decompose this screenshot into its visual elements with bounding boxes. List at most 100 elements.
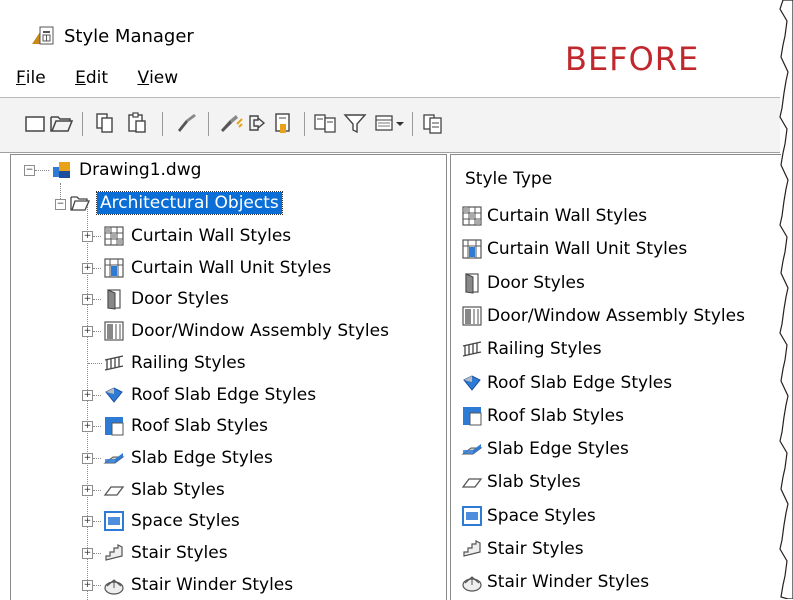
toolbar-separator — [82, 112, 83, 136]
roof-slab-icon — [103, 415, 125, 437]
new-icon[interactable] — [22, 110, 48, 136]
tree-item[interactable]: Curtain Wall Unit Styles — [103, 253, 331, 283]
tree-item-label: Door/Window Assembly Styles — [131, 321, 389, 342]
tree-guide — [93, 457, 101, 459]
collapse-toggle[interactable]: − — [24, 165, 35, 176]
slab-edge-icon — [461, 438, 483, 460]
list-item-label: Door/Window Assembly Styles — [487, 305, 745, 326]
menu-file[interactable]: File — [16, 68, 46, 88]
list-item[interactable]: Door/Window Assembly Styles — [461, 301, 745, 331]
dropdown-arrow-icon[interactable] — [394, 110, 406, 136]
expand-toggle[interactable]: + — [82, 516, 93, 528]
list-item[interactable]: Railing Styles — [461, 334, 602, 364]
tree-item-label: Door Styles — [131, 289, 229, 310]
expand-toggle[interactable]: + — [82, 421, 93, 433]
door-window-assembly-icon — [103, 320, 125, 342]
stair-winder-icon — [103, 574, 125, 596]
expand-toggle[interactable]: + — [82, 262, 93, 274]
toolbar-separator — [304, 112, 305, 136]
expand-toggle[interactable]: + — [82, 484, 93, 496]
list-item-label: Railing Styles — [487, 339, 602, 360]
tree-guide — [93, 489, 101, 491]
roof-slab-edge-icon — [103, 384, 125, 406]
tree-item[interactable]: Space Styles — [103, 506, 240, 536]
tree-category-label: Architectural Objects — [96, 191, 283, 215]
list-item-label: Slab Styles — [487, 472, 581, 493]
list-item[interactable]: Roof Slab Edge Styles — [461, 368, 672, 398]
expand-toggle[interactable]: + — [82, 389, 93, 401]
list-item[interactable]: Stair Styles — [461, 534, 584, 564]
tree-item[interactable]: Door Styles — [103, 284, 229, 314]
toolbar-separator — [208, 112, 209, 136]
stair-winder-icon — [461, 571, 483, 593]
tree-guide — [93, 584, 101, 586]
window-title: Style Manager — [64, 26, 194, 47]
list-item[interactable]: Slab Styles — [461, 467, 581, 497]
style-tree-pane[interactable]: − Drawing1.dwg − Architectural Objects +… — [10, 154, 447, 600]
expand-toggle[interactable]: + — [82, 326, 93, 338]
toggle-view-icon[interactable] — [244, 110, 270, 136]
list-item[interactable]: Curtain Wall Styles — [461, 201, 647, 231]
tree-guide — [35, 170, 49, 171]
tree-item[interactable]: Roof Slab Styles — [103, 411, 268, 441]
inventory-icon[interactable] — [312, 110, 338, 136]
tree-item[interactable]: Slab Styles — [103, 475, 225, 505]
list-item-label: Roof Slab Edge Styles — [487, 372, 673, 393]
tree-guide — [93, 553, 101, 554]
list-item[interactable]: Space Styles — [461, 501, 596, 531]
list-item-label: Roof Slab Styles — [487, 405, 624, 426]
stair-icon — [103, 542, 125, 564]
tree-item-label: Slab Styles — [131, 479, 225, 500]
open-icon[interactable] — [48, 110, 74, 136]
list-item[interactable]: Door Styles — [461, 268, 585, 298]
purge-icon[interactable] — [218, 110, 244, 136]
tree-root-label: Drawing1.dwg — [79, 160, 202, 180]
tree-item-label: Roof Slab Styles — [131, 416, 268, 437]
column-header-style-type[interactable]: Style Type — [465, 169, 552, 189]
tree-item[interactable]: Slab Edge Styles — [103, 443, 273, 473]
tree-item[interactable]: Roof Slab Edge Styles — [103, 380, 316, 410]
collapse-toggle[interactable]: − — [55, 199, 66, 210]
tree-item[interactable]: Stair Winder Styles — [103, 570, 293, 600]
expand-toggle[interactable]: + — [82, 294, 93, 306]
tree-item[interactable]: Door/Window Assembly Styles — [103, 316, 389, 346]
style-manager-icon[interactable] — [420, 110, 446, 136]
door-icon — [461, 272, 483, 294]
tree-root-node[interactable]: Drawing1.dwg — [51, 155, 201, 185]
before-annotation: BEFORE — [565, 40, 700, 78]
menu-accelerator: V — [137, 68, 150, 88]
tree-item[interactable]: Railing Styles — [103, 348, 246, 378]
expand-toggle[interactable]: + — [82, 231, 93, 242]
copy-icon[interactable] — [92, 110, 118, 136]
tree-category-node[interactable]: Architectural Objects — [69, 188, 283, 218]
menu-edit[interactable]: Edit — [75, 68, 108, 88]
tree-item-label: Space Styles — [131, 511, 240, 532]
list-item-label: Stair Winder Styles — [487, 572, 650, 593]
list-item[interactable]: Stair Winder Styles — [461, 567, 649, 597]
tree-item-label: Slab Edge Styles — [131, 447, 273, 468]
tree-item[interactable]: Curtain Wall Styles — [103, 221, 291, 251]
expand-toggle[interactable]: + — [82, 548, 93, 559]
style-list-pane[interactable]: Style Type Curtain Wall Styles Curtain Wa… — [450, 154, 781, 600]
paste-icon[interactable] — [124, 110, 150, 136]
space-icon — [103, 510, 125, 532]
tree-item[interactable]: Stair Styles — [103, 538, 228, 568]
list-item-label: Curtain Wall Styles — [487, 206, 648, 226]
menu-accelerator: E — [75, 68, 86, 88]
list-item[interactable]: Slab Edge Styles — [461, 434, 629, 464]
slab-edge-icon — [103, 447, 125, 469]
tree-item-label: Curtain Wall Unit Styles — [131, 257, 332, 278]
list-item[interactable]: Curtain Wall Unit Styles — [461, 234, 687, 264]
expand-toggle[interactable]: + — [82, 579, 93, 591]
expand-toggle[interactable]: + — [82, 452, 93, 464]
tree-guide — [93, 299, 101, 301]
list-item-label: Door Styles — [487, 272, 585, 293]
tree-item-label: Railing Styles — [131, 352, 246, 373]
menu-view[interactable]: View — [137, 68, 178, 88]
list-item[interactable]: Roof Slab Styles — [461, 401, 624, 431]
title-bar: Style Manager BEFORE File Edit View — [0, 0, 793, 96]
edit-style-icon[interactable] — [174, 110, 200, 136]
filter-icon[interactable] — [342, 110, 368, 136]
sort-icon[interactable] — [270, 110, 296, 136]
menu-accelerator: F — [16, 68, 26, 88]
